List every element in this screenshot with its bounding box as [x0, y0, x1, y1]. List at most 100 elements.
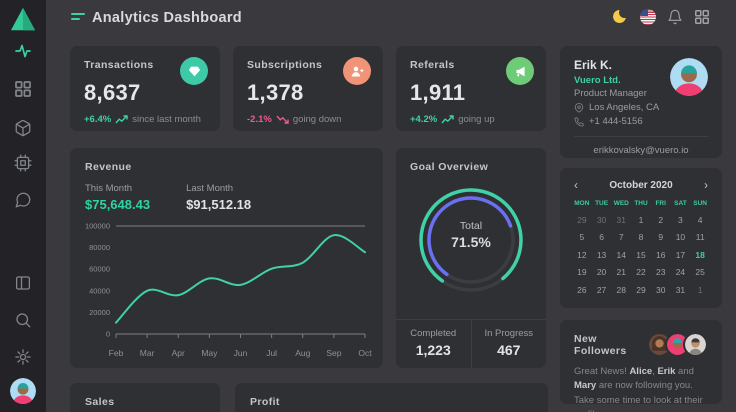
stat-delta: +4.2%	[410, 114, 437, 125]
calendar-day[interactable]: 6	[592, 232, 612, 242]
profile-location: Los Angeles, CA	[589, 102, 659, 113]
calendar-day[interactable]: 1	[690, 285, 710, 295]
calendar-day[interactable]: 13	[592, 250, 612, 260]
calendar-day-name: TUE	[592, 200, 612, 207]
x-tick-label: Sep	[326, 348, 341, 358]
calendar-month-label: October 2020	[609, 180, 672, 191]
calendar-day[interactable]: 11	[690, 232, 710, 242]
calendar-day[interactable]: 29	[631, 285, 651, 295]
apps-grid-icon[interactable]	[14, 80, 32, 98]
goal-total-label: Total	[411, 220, 531, 232]
calendar-day[interactable]: 15	[631, 250, 651, 260]
follower-avatar-mary	[683, 332, 708, 357]
settings-gear-icon[interactable]	[14, 348, 32, 366]
page-title: Analytics Dashboard	[92, 10, 242, 26]
last-month-value: $91,512.18	[186, 197, 251, 212]
apps-grid-icon[interactable]	[694, 9, 710, 25]
calendar-day-name: THU	[631, 200, 651, 207]
revenue-title: Revenue	[85, 161, 368, 173]
x-tick-label: Jul	[266, 348, 277, 358]
profile-card: Erik K. Vuero Ltd. Product Manager Los A…	[560, 46, 722, 158]
calendar-day[interactable]: 29	[572, 215, 592, 225]
transactions-card: Transactions 8,637 +6.4% since last mont…	[70, 46, 220, 131]
calendar-day[interactable]: 17	[671, 250, 691, 260]
profile-email: erikkovalsky@vuero.io	[574, 145, 708, 156]
calendar-card: ‹ October 2020 › MONTUEWEDTHUFRISATSUN29…	[560, 168, 722, 308]
calendar-day[interactable]: 8	[631, 232, 651, 242]
calendar-next-icon[interactable]: ›	[702, 179, 710, 191]
y-tick-label: 0	[106, 330, 110, 339]
location-pin-icon	[574, 103, 584, 113]
calendar-day[interactable]: 23	[651, 267, 671, 277]
trend-up-icon	[441, 115, 454, 124]
cpu-chip-icon[interactable]	[14, 154, 32, 172]
calendar-day[interactable]: 5	[572, 232, 592, 242]
package-box-icon[interactable]	[14, 119, 32, 137]
calendar-day[interactable]: 9	[651, 232, 671, 242]
follower-name: Erik	[657, 366, 675, 377]
calendar-day[interactable]: 19	[572, 267, 592, 277]
panel-columns-icon[interactable]	[14, 274, 32, 292]
calendar-day[interactable]: 27	[592, 285, 612, 295]
x-tick-label: Mar	[140, 348, 155, 358]
this-month-value: $75,648.43	[85, 197, 150, 212]
gem-icon	[180, 57, 208, 85]
calendar-day-name: WED	[611, 200, 631, 207]
referals-card: Referals 1,911 +4.2% going up	[396, 46, 546, 131]
calendar-day[interactable]: 30	[651, 285, 671, 295]
calendar-day[interactable]: 25	[690, 267, 710, 277]
chat-bubble-icon[interactable]	[14, 191, 32, 209]
calendar-day[interactable]: 31	[671, 285, 691, 295]
revenue-card: Revenue This Month $75,648.43 Last Month…	[70, 148, 383, 368]
calendar-day[interactable]: 18	[690, 250, 710, 260]
calendar-day[interactable]: 14	[611, 250, 631, 260]
in-progress-value: 467	[472, 342, 547, 358]
trend-up-icon	[115, 115, 128, 124]
last-month-label: Last Month	[186, 183, 251, 194]
x-tick-label: Aug	[295, 348, 310, 358]
profile-phone: +1 444-5156	[589, 116, 643, 127]
calendar-grid: MONTUEWEDTHUFRISATSUN2930311234567891011…	[572, 200, 710, 295]
profit-title: Profit	[250, 396, 533, 408]
calendar-day-name: MON	[572, 200, 592, 207]
calendar-day[interactable]: 2	[651, 215, 671, 225]
calendar-day[interactable]: 20	[592, 267, 612, 277]
calendar-day[interactable]: 24	[671, 267, 691, 277]
calendar-day[interactable]: 1	[631, 215, 651, 225]
followers-message: Great News! Alice, Erik and Mary are now…	[574, 365, 708, 412]
sidebar-user-avatar[interactable]	[10, 378, 36, 404]
goal-total-value: 71.5%	[411, 234, 531, 250]
search-icon[interactable]	[14, 311, 32, 329]
app-logo-icon[interactable]	[10, 7, 36, 31]
calendar-day[interactable]: 22	[631, 267, 651, 277]
menu-toggle-icon[interactable]	[71, 13, 85, 23]
calendar-prev-icon[interactable]: ‹	[572, 179, 580, 191]
calendar-day[interactable]: 31	[611, 215, 631, 225]
calendar-day[interactable]: 12	[572, 250, 592, 260]
calendar-day[interactable]: 4	[690, 215, 710, 225]
follower-avatars	[647, 332, 708, 357]
calendar-day[interactable]: 16	[651, 250, 671, 260]
completed-value: 1,223	[396, 342, 471, 358]
phone-icon	[574, 117, 584, 127]
goal-overview-card: Goal Overview Total 71.5% Completed 1,22…	[396, 148, 546, 368]
calendar-day[interactable]: 30	[592, 215, 612, 225]
activity-icon[interactable]	[14, 42, 32, 60]
language-flag-us-icon[interactable]	[640, 9, 656, 25]
completed-label: Completed	[396, 328, 471, 339]
calendar-day[interactable]: 26	[572, 285, 592, 295]
calendar-day[interactable]: 10	[671, 232, 691, 242]
sales-card: Sales	[70, 383, 220, 412]
analytics-dashboard: Analytics Dashboard Transactions 8,637 +…	[0, 0, 736, 412]
megaphone-icon	[506, 57, 534, 85]
calendar-day[interactable]: 7	[611, 232, 631, 242]
profile-avatar	[670, 58, 708, 96]
calendar-day[interactable]: 28	[611, 285, 631, 295]
dark-mode-moon-icon[interactable]	[613, 9, 629, 25]
calendar-day[interactable]: 21	[611, 267, 631, 277]
notifications-bell-icon[interactable]	[667, 9, 683, 25]
goal-title: Goal Overview	[410, 161, 532, 173]
stat-delta: +6.4%	[84, 114, 111, 125]
calendar-day[interactable]: 3	[671, 215, 691, 225]
followers-text: and	[675, 366, 694, 377]
